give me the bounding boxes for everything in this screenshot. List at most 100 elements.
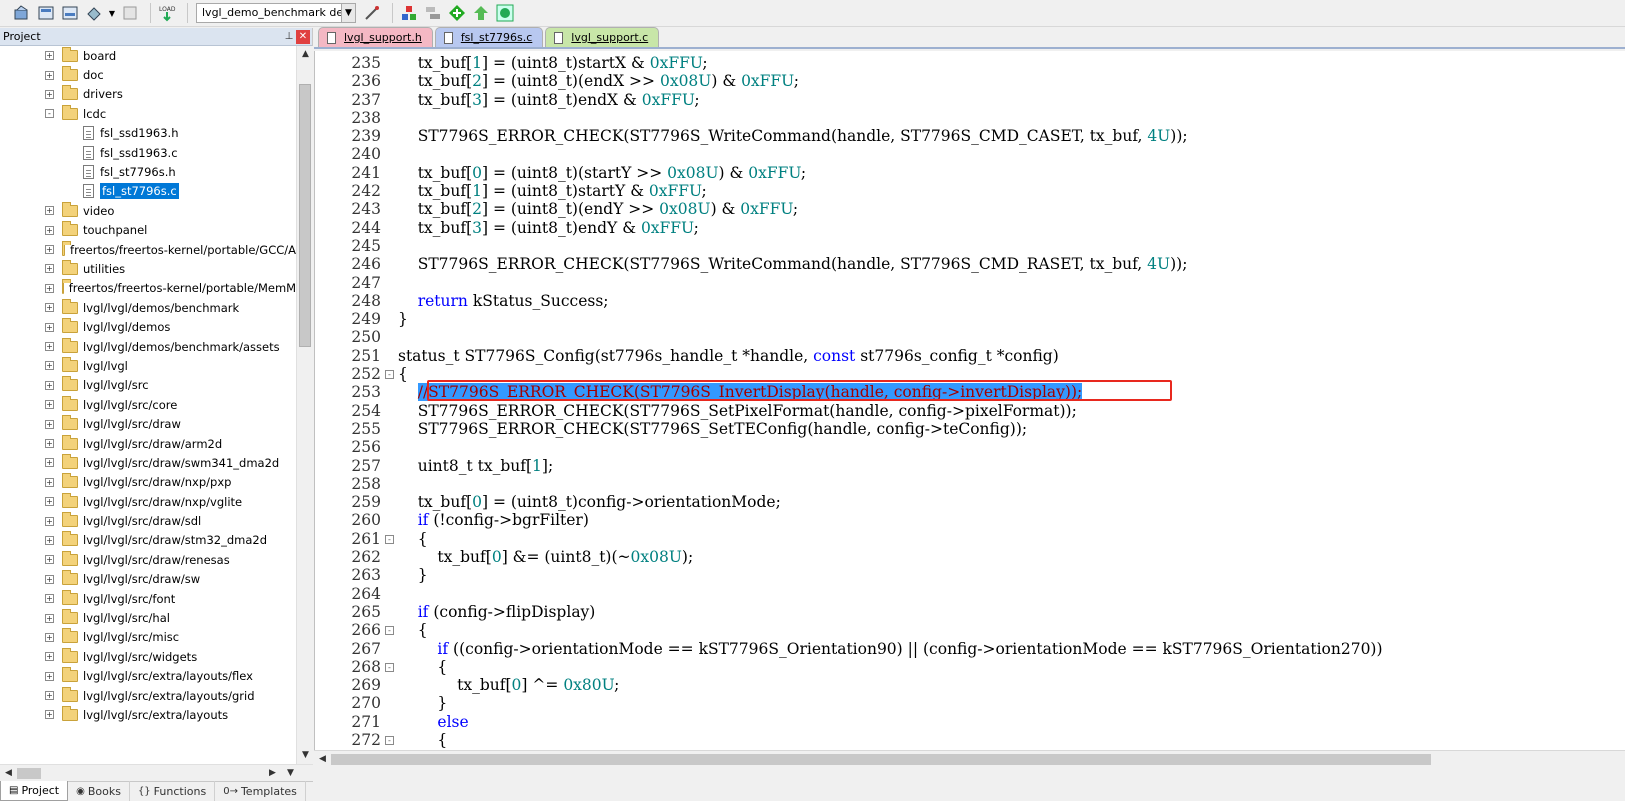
tree-folder[interactable]: + lvgl/lvgl/demos/benchmark xyxy=(0,298,296,317)
translate-icon[interactable] xyxy=(84,3,104,23)
expand-icon[interactable]: + xyxy=(45,70,54,80)
expand-icon[interactable]: + xyxy=(45,419,54,429)
tree-folder[interactable]: + lvgl/lvgl/src/extra/layouts/grid xyxy=(0,686,296,705)
fold-toggle-icon[interactable]: - xyxy=(385,534,394,544)
rebuild-icon[interactable] xyxy=(36,3,56,23)
tree-folder[interactable]: + lvgl/lvgl/demos xyxy=(0,317,296,336)
expand-icon[interactable]: + xyxy=(45,632,54,642)
tab-fsl-st7796s-c[interactable]: fsl_st7796s.c xyxy=(434,27,544,47)
scroll-thumb[interactable] xyxy=(299,84,311,347)
manage-components-icon[interactable] xyxy=(399,3,419,23)
tree-folder[interactable]: + drivers xyxy=(0,85,296,104)
expand-icon[interactable]: + xyxy=(45,555,54,565)
tree-folder[interactable]: + lvgl/lvgl/src/extra/layouts xyxy=(0,705,296,724)
tree-folder[interactable]: + touchpanel xyxy=(0,221,296,240)
expand-icon[interactable]: + xyxy=(45,613,54,623)
expand-icon[interactable]: + xyxy=(45,594,54,604)
expand-icon[interactable]: + xyxy=(45,206,54,216)
expand-icon[interactable]: + xyxy=(45,691,54,701)
tab-lvgl-support-c[interactable]: lvgl_support.c xyxy=(545,27,660,47)
load-icon[interactable]: LOAD xyxy=(157,3,177,23)
scroll-left-icon[interactable]: ◀ xyxy=(0,765,17,782)
tree-folder[interactable]: + lvgl/lvgl/src/core xyxy=(0,395,296,414)
target-select[interactable]: lvgl_demo_benchmark de xyxy=(196,3,342,23)
tab-templates[interactable]: 0→ Templates xyxy=(215,781,306,801)
tree-folder[interactable]: + lvgl/lvgl/src/draw/sw xyxy=(0,570,296,589)
tree-folder[interactable]: + lvgl/lvgl/src/draw/nxp/vglite xyxy=(0,492,296,511)
build-icon[interactable] xyxy=(12,3,32,23)
stop-build-icon[interactable] xyxy=(120,3,140,23)
fold-toggle-icon[interactable]: - xyxy=(385,662,394,672)
expand-icon[interactable]: + xyxy=(45,458,54,468)
expand-icon[interactable]: + xyxy=(45,51,54,61)
expand-icon[interactable]: + xyxy=(45,225,54,235)
tab-functions[interactable]: {} Functions xyxy=(130,781,216,801)
scroll-down-icon[interactable]: ▼ xyxy=(282,765,299,782)
editor-horizontal-scrollbar[interactable]: ◀ xyxy=(314,750,1625,767)
batch-build-icon[interactable] xyxy=(60,3,80,23)
expand-icon[interactable]: + xyxy=(45,264,54,274)
tree-folder[interactable]: + freertos/freertos-kernel/portable/MemM xyxy=(0,279,296,298)
scroll-thumb[interactable] xyxy=(17,768,41,779)
tree-file[interactable]: fsl_st7796s.c xyxy=(0,182,296,201)
expand-icon[interactable]: + xyxy=(45,652,54,662)
tree-folder[interactable]: + lvgl/lvgl/src xyxy=(0,376,296,395)
tree-horizontal-scrollbar[interactable]: ◀ ▶ ▼ xyxy=(0,764,313,781)
expand-icon[interactable]: + xyxy=(45,400,54,410)
expand-icon[interactable]: + xyxy=(45,342,54,352)
fold-toggle-icon[interactable]: - xyxy=(385,626,394,636)
tree-folder[interactable]: + lvgl/lvgl xyxy=(0,356,296,375)
options-icon[interactable] xyxy=(495,3,515,23)
tab-project[interactable]: ▤ Project xyxy=(0,781,69,801)
tree-folder[interactable]: + lvgl/lvgl/src/misc xyxy=(0,628,296,647)
expand-icon[interactable]: + xyxy=(45,361,54,371)
expand-icon[interactable]: + xyxy=(45,439,54,448)
tree-folder[interactable]: + lvgl/lvgl/src/hal xyxy=(0,608,296,627)
close-icon[interactable]: ✕ xyxy=(296,29,310,44)
tree-folder[interactable]: + lvgl/lvgl/src/extra/layouts/flex xyxy=(0,667,296,686)
tree-folder[interactable]: + utilities xyxy=(0,259,296,278)
expand-icon[interactable]: + xyxy=(45,245,54,255)
expand-icon[interactable]: + xyxy=(45,535,54,545)
collapse-icon[interactable]: - xyxy=(45,109,54,119)
pin-icon[interactable]: ⊥ xyxy=(282,31,296,42)
tree-folder[interactable]: + lvgl/lvgl/src/widgets xyxy=(0,647,296,666)
chevron-down-icon[interactable]: ▼ xyxy=(108,3,116,23)
tree-folder[interactable]: - lcdc xyxy=(0,104,296,123)
tree-folder[interactable]: + lvgl/lvgl/src/draw/stm32_dma2d xyxy=(0,531,296,550)
code-editor[interactable]: 235 tx_buf[1] = (uint8_t)startX & 0xFFU;… xyxy=(314,51,1625,750)
expand-icon[interactable]: + xyxy=(45,283,54,293)
tree-folder[interactable]: + lvgl/lvgl/src/font xyxy=(0,589,296,608)
tree-folder[interactable]: + lvgl/lvgl/src/draw/renesas xyxy=(0,550,296,569)
select-packs-icon[interactable] xyxy=(423,3,443,23)
expand-icon[interactable]: + xyxy=(45,710,54,720)
tab-lvgl-support-h[interactable]: lvgl_support.h xyxy=(318,27,433,47)
tree-vertical-scrollbar[interactable]: ▲ ▼ xyxy=(296,46,313,764)
tree-file[interactable]: fsl_ssd1963.h xyxy=(0,124,296,143)
tree-folder[interactable]: + board xyxy=(0,46,296,65)
expand-icon[interactable]: + xyxy=(45,89,54,99)
expand-icon[interactable]: + xyxy=(45,322,54,332)
expand-icon[interactable]: + xyxy=(45,516,54,526)
target-options-icon[interactable] xyxy=(362,3,382,23)
tree-folder[interactable]: + freertos/freertos-kernel/portable/GCC/A xyxy=(0,240,296,259)
scroll-down-icon[interactable]: ▼ xyxy=(297,747,314,764)
expand-icon[interactable]: + xyxy=(45,671,54,681)
expand-icon[interactable]: + xyxy=(45,574,54,584)
run-icon[interactable] xyxy=(471,3,491,23)
tab-books[interactable]: ◉ Books xyxy=(68,781,130,801)
tree-folder[interactable]: + lvgl/lvgl/demos/benchmark/assets xyxy=(0,337,296,356)
scroll-left-icon[interactable]: ◀ xyxy=(314,751,331,768)
tree-folder[interactable]: + lvgl/lvgl/src/draw xyxy=(0,414,296,433)
fold-toggle-icon[interactable]: - xyxy=(385,735,394,745)
tree-file[interactable]: fsl_ssd1963.c xyxy=(0,143,296,162)
scroll-thumb[interactable] xyxy=(331,754,1431,765)
expand-icon[interactable]: + xyxy=(45,477,54,487)
scroll-right-icon[interactable]: ▶ xyxy=(264,765,281,782)
expand-icon[interactable]: + xyxy=(45,380,54,390)
fold-toggle-icon[interactable]: - xyxy=(385,370,394,380)
tree-folder[interactable]: + lvgl/lvgl/src/draw/nxp/pxp xyxy=(0,473,296,492)
tree-file[interactable]: fsl_st7796s.h xyxy=(0,162,296,181)
tree-folder[interactable]: + video xyxy=(0,201,296,220)
tree-folder[interactable]: + lvgl/lvgl/src/draw/arm2d xyxy=(0,434,296,453)
